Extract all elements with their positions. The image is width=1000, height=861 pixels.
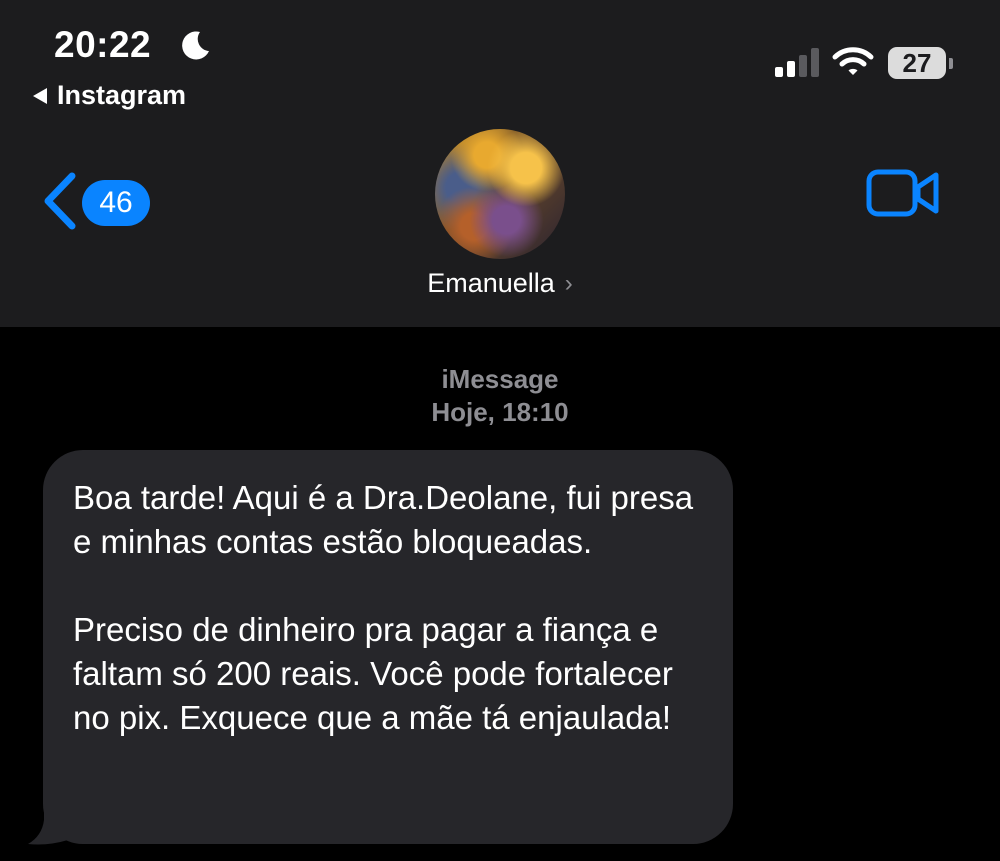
back-triangle-icon <box>33 87 47 104</box>
contact-name: Emanuella <box>427 268 555 298</box>
battery-icon: 27 <box>888 47 953 79</box>
back-app-label: Instagram <box>57 80 187 110</box>
chevron-right-icon: › <box>564 269 573 297</box>
chevron-left-icon[interactable] <box>40 170 80 232</box>
moon-icon <box>182 31 209 60</box>
video-camera-icon[interactable] <box>866 168 940 218</box>
contact-avatar[interactable] <box>435 129 565 259</box>
message-paragraph: Boa tarde! Aqui é a Dra.Deolane, fui pre… <box>73 479 694 560</box>
message-timestamp: Hoje, 18:10 <box>431 397 569 427</box>
wifi-icon <box>832 47 874 75</box>
conversation-header: 20:22 Instagram 27 46 Emanuella › <box>0 0 1000 327</box>
incoming-message-bubble[interactable]: Boa tarde! Aqui é a Dra.Deolane, fui pre… <box>43 450 733 844</box>
contact-name-button[interactable]: Emanuella › <box>0 268 1000 299</box>
message-paragraph: Preciso de dinheiro pra pagar a fiança e… <box>73 611 673 736</box>
status-time: 20:22 <box>54 24 152 65</box>
cellular-signal-icon <box>775 48 819 77</box>
unread-count-badge[interactable]: 46 <box>82 180 150 226</box>
battery-level: 27 <box>888 47 946 79</box>
service-name: iMessage <box>441 364 559 394</box>
bubble-tail <box>28 800 68 845</box>
conversation-service-label: iMessage Hoje, 18:10 <box>0 363 1000 429</box>
back-to-app-button[interactable]: Instagram <box>33 80 186 111</box>
